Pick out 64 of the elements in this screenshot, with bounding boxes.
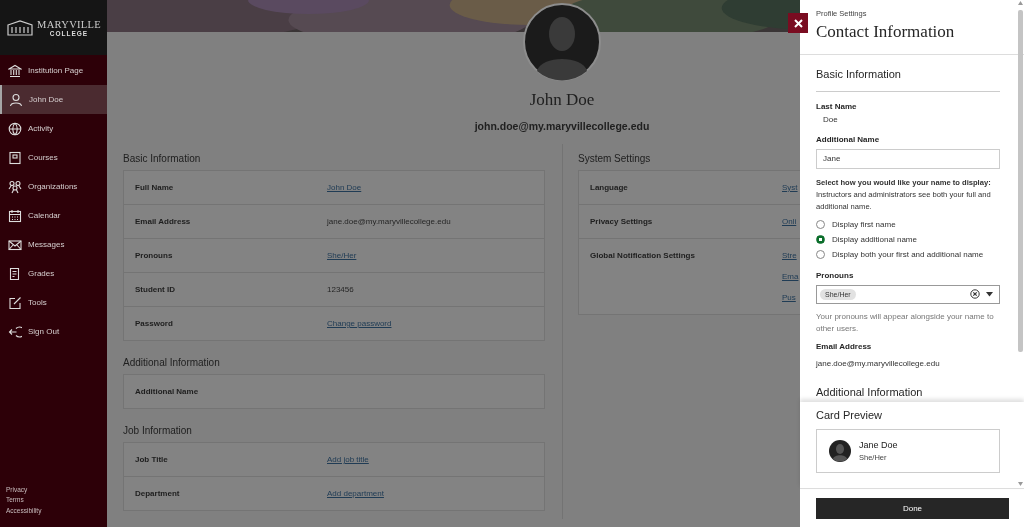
globe-icon [8, 121, 22, 136]
calendar-icon [8, 208, 22, 223]
profile-name: John Doe [529, 90, 595, 110]
logo-name: MARYVILLE [37, 18, 101, 30]
section-title: Job Information [123, 425, 192, 436]
field-value: jane.doe@my.maryvillecollege.edu [327, 217, 451, 226]
field-label: Student ID [135, 284, 176, 294]
nav-item[interactable]: Organizations [0, 172, 107, 201]
field-label: Last Name [816, 102, 857, 111]
section-title: Basic Information [816, 68, 901, 80]
edit-icon [8, 295, 22, 310]
field-label: Password [135, 318, 174, 328]
nav-item[interactable]: Courses [0, 143, 107, 172]
document-icon [8, 266, 22, 281]
field-label: Email Address [816, 342, 872, 351]
building-icon [6, 18, 34, 37]
profile-email: john.doe@my.maryvillecollege.edu [474, 120, 650, 132]
field-label: Full Name [135, 182, 175, 192]
input-field[interactable]: Jane [816, 149, 1000, 169]
field-label: Additional Name [135, 386, 200, 396]
close-icon [793, 18, 803, 28]
field-label: Email Address [135, 216, 192, 226]
people-icon [8, 179, 22, 194]
field-label: Pronouns [135, 250, 174, 260]
book-icon [8, 150, 22, 165]
nav-item[interactable]: Sign Out [0, 317, 107, 346]
avatar [829, 440, 851, 462]
field-label: Department [135, 488, 181, 498]
nav-item[interactable]: Grades [0, 259, 107, 288]
nav-item[interactable]: Activity [0, 114, 107, 143]
nav-item[interactable]: Calendar [0, 201, 107, 230]
field-value: jane.doe@my.maryvillecollege.edu [816, 359, 940, 368]
close-button[interactable] [788, 13, 808, 33]
done-button[interactable]: Done [816, 498, 1009, 519]
radio-option[interactable]: Display both your first and additional name [816, 248, 984, 261]
field-label: Additional Name [816, 135, 880, 144]
nav-item[interactable]: John Doe [0, 85, 107, 114]
radio-option[interactable]: Display first name [816, 218, 984, 231]
radio-button[interactable] [816, 235, 825, 244]
field-label: Global Notification Settings [590, 250, 696, 260]
section-title: Card Preview [816, 409, 884, 421]
envelope-icon [8, 237, 22, 252]
nav-item[interactable]: Institution Page [0, 56, 107, 85]
section-title: Additional Information [123, 357, 220, 368]
clear-icon[interactable] [970, 289, 980, 300]
section-title: System Settings [578, 153, 651, 164]
field-value: 123456 [327, 285, 354, 294]
panel-title: Contact Information [816, 22, 956, 42]
field-label: Pronouns [816, 270, 854, 280]
field-label: Language [590, 182, 629, 192]
card-name: Jane Doe [859, 440, 898, 450]
person-icon [9, 92, 23, 107]
field-label: Privacy Settings [590, 216, 654, 226]
help-text: Your pronouns will appear alongside your name to other users. [816, 311, 995, 334]
nav-item[interactable]: Messages [0, 230, 107, 259]
section-title: Additional Information [816, 386, 923, 398]
field-value: Doe [823, 115, 838, 124]
sign-out-icon [8, 324, 22, 339]
section-title: Basic Information [123, 153, 201, 164]
caret-icon[interactable] [986, 291, 993, 297]
field-label: Job Title [135, 454, 169, 464]
radio-option[interactable]: Display additional name [816, 233, 984, 246]
nav-item[interactable]: Tools [0, 288, 107, 317]
bank-icon [8, 63, 22, 78]
